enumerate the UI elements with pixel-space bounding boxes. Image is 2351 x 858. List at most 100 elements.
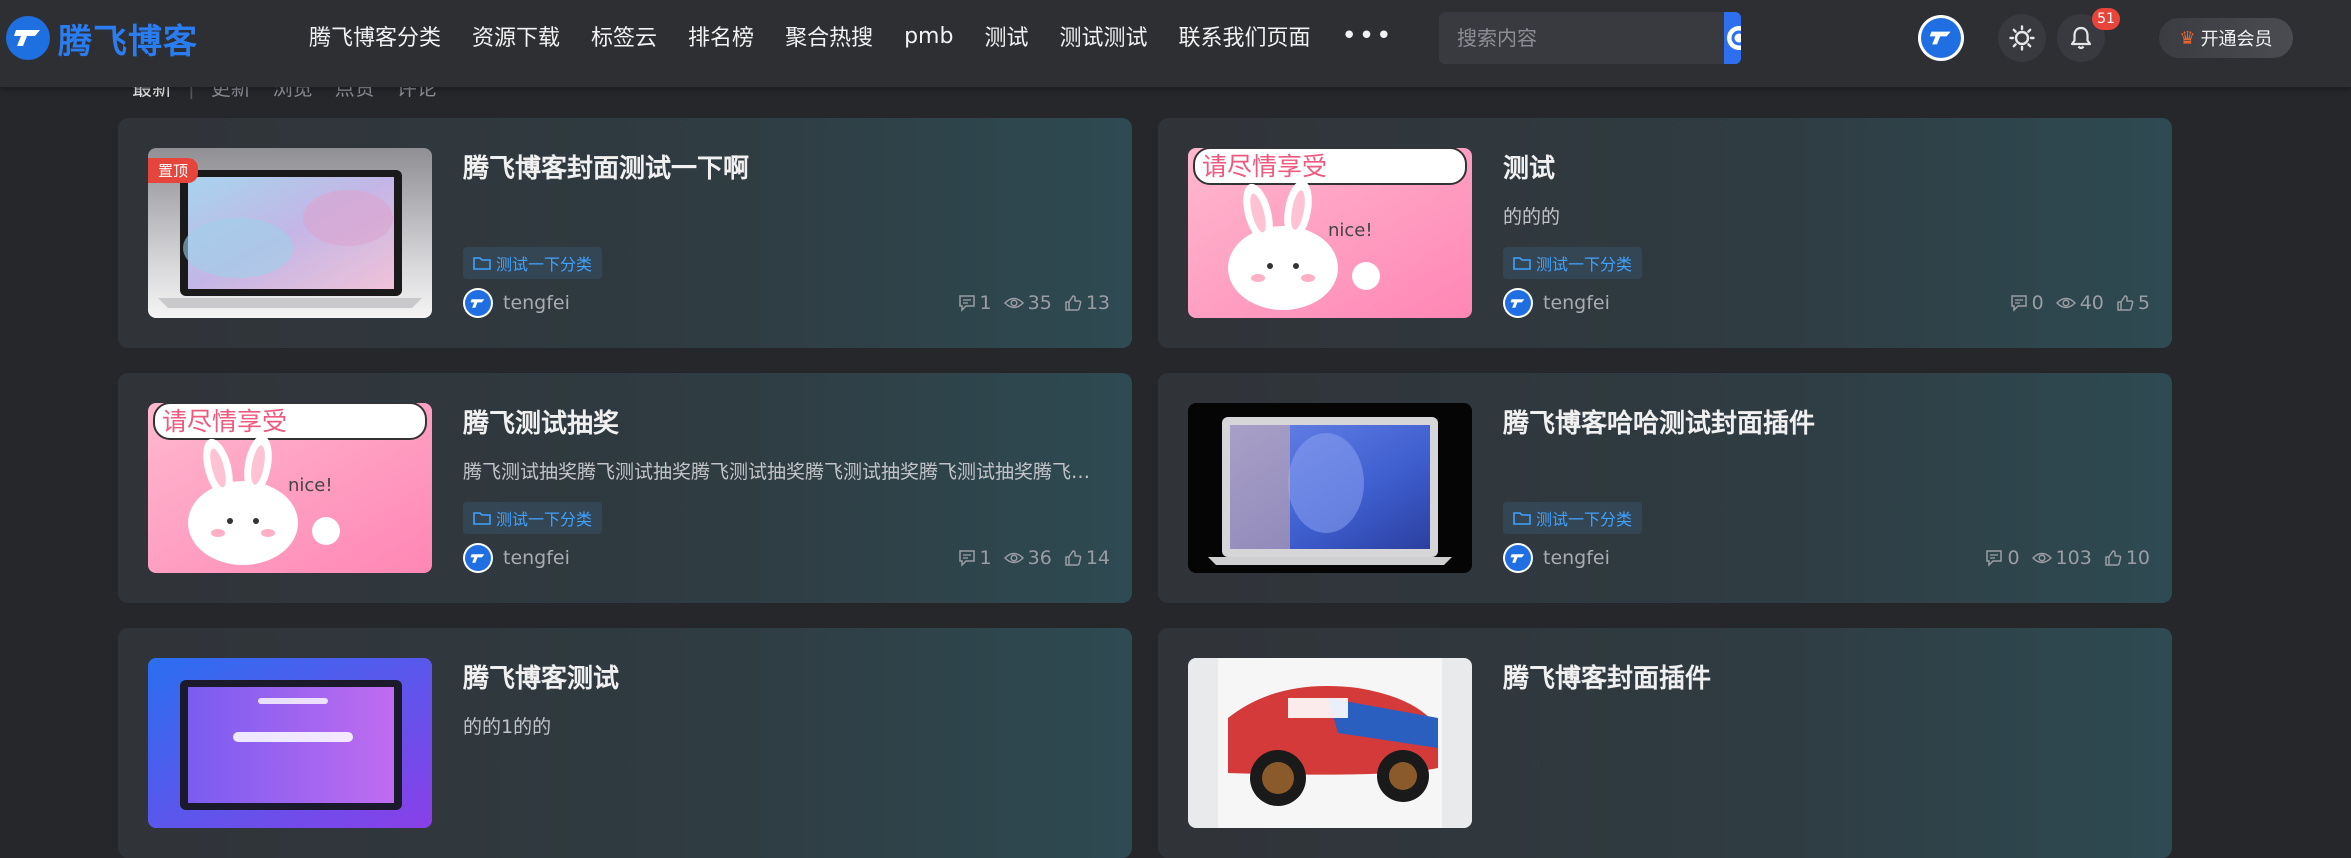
author-avatar — [1503, 543, 1533, 573]
search-box — [1439, 12, 1741, 64]
nav-item-contact[interactable]: 联系我们页面 — [1178, 20, 1310, 52]
post-category-label: 测试一下分类 — [496, 255, 593, 274]
like-count[interactable]: 14 — [1064, 547, 1110, 569]
like-count[interactable]: 13 — [1064, 292, 1110, 314]
comment-count: 1 — [958, 292, 992, 314]
search-icon — [1727, 26, 1741, 50]
thumbs-up-icon — [2105, 550, 2122, 566]
nav-item-categories[interactable]: 腾飞博客分类 — [309, 20, 441, 52]
thumbs-up-icon — [1065, 550, 1082, 566]
post-cover-image[interactable] — [1188, 403, 1472, 573]
post-cover-image[interactable]: 请尽情享受 nice! — [148, 403, 432, 573]
crown-icon: ♛ — [2179, 27, 2196, 49]
view-count: 40 — [2055, 292, 2104, 314]
post-category-tag[interactable]: 测试一下分类 — [463, 247, 603, 279]
post-title[interactable]: 腾飞博客封面插件 — [1503, 658, 1711, 695]
post-title[interactable]: 腾飞测试抽奖 — [463, 403, 619, 440]
folder-icon — [473, 257, 491, 270]
avatar-logo-icon — [1929, 31, 1951, 45]
author-name: tengfei — [1543, 292, 1610, 314]
author-name: tengfei — [503, 292, 570, 314]
pinned-badge: 置顶 — [148, 158, 199, 183]
folder-icon — [473, 512, 491, 525]
thumbs-up-icon — [1065, 295, 1082, 311]
search-button[interactable] — [1724, 12, 1741, 64]
post-category-tag[interactable]: 测试一下分类 — [1503, 247, 1643, 279]
post-card[interactable]: 腾飞博客测试 的的1的的 — [118, 628, 1132, 858]
vip-button[interactable]: ♛ 开通会员 — [2159, 18, 2293, 58]
post-card[interactable]: 请尽情享受 nice! 测试 的的的 测试一下分类 tengfei 0 40 5 — [1158, 118, 2172, 348]
like-count[interactable]: 10 — [2104, 547, 2150, 569]
logo-mark-icon — [6, 16, 50, 60]
nav-item-test[interactable]: 测试 — [984, 20, 1028, 52]
post-title[interactable]: 测试 — [1503, 148, 1555, 185]
comment-count: 1 — [958, 547, 992, 569]
like-count[interactable]: 5 — [2116, 292, 2150, 314]
post-category-label: 测试一下分类 — [496, 510, 593, 529]
folder-icon — [1513, 257, 1531, 270]
post-author[interactable]: tengfei — [463, 543, 570, 573]
post-cover-image[interactable] — [1188, 658, 1472, 828]
cover-sub-text: nice! — [288, 475, 333, 496]
comment-icon — [958, 550, 975, 567]
cover-banner-text: 请尽情享受 — [1202, 152, 1327, 181]
cover-sub-text: nice! — [1328, 220, 1373, 241]
post-author[interactable]: tengfei — [463, 288, 570, 318]
post-card[interactable]: 置顶 腾飞博客封面测试一下啊 测试一下分类 tengfei 1 35 13 — [118, 118, 1132, 348]
comment-icon — [2010, 295, 2027, 312]
main-nav: 腾飞博客分类 资源下载 标签云 排名榜 聚合热搜 pmb 测试 测试测试 联系我… — [309, 0, 1394, 72]
post-category-tag[interactable]: 测试一下分类 — [1503, 502, 1643, 534]
post-title[interactable]: 腾飞博客哈哈测试封面插件 — [1503, 403, 1815, 440]
post-cover-image[interactable]: 请尽情享受 nice! — [1188, 148, 1472, 318]
user-avatar[interactable] — [1918, 15, 1964, 61]
comment-count: 0 — [1985, 547, 2020, 569]
search-input[interactable] — [1439, 12, 1724, 64]
notification-badge: 51 — [2092, 8, 2120, 30]
author-avatar — [463, 543, 493, 573]
post-card[interactable]: 请尽情享受 nice! 腾飞测试抽奖 腾飞测试抽奖腾飞测试抽奖腾飞测试抽奖腾飞测… — [118, 373, 1132, 603]
post-excerpt: 腾飞测试抽奖腾飞测试抽奖腾飞测试抽奖腾飞测试抽奖腾飞测试抽奖腾飞测试抽奖 — [463, 461, 1103, 483]
author-name: tengfei — [1543, 547, 1610, 569]
post-stats: 0 40 5 — [1998, 292, 2150, 314]
eye-icon — [1003, 552, 1024, 564]
author-avatar — [1503, 288, 1533, 318]
nav-more-button[interactable]: ••• — [1342, 21, 1394, 51]
post-card[interactable]: 腾飞博客封面插件 — [1158, 628, 2172, 858]
post-category-label: 测试一下分类 — [1536, 255, 1633, 274]
eye-icon — [2055, 297, 2076, 309]
logo-text: 腾飞博客 — [58, 21, 198, 62]
nav-item-ranking[interactable]: 排名榜 — [688, 20, 754, 52]
avatar-logo-icon — [470, 553, 485, 563]
cover-banner-text: 请尽情享受 — [162, 407, 287, 436]
post-excerpt: 的的1的的 — [463, 716, 552, 738]
post-title[interactable]: 腾飞博客封面测试一下啊 — [463, 148, 749, 185]
avatar-logo-icon — [1510, 553, 1525, 563]
comment-icon — [958, 295, 975, 312]
site-logo[interactable]: 腾飞博客 — [6, 14, 198, 62]
comment-icon — [1986, 550, 2003, 567]
post-stats: 0 103 10 — [1973, 547, 2150, 569]
nav-item-tag-cloud[interactable]: 标签云 — [591, 20, 657, 52]
theme-toggle-button[interactable] — [1998, 14, 2046, 62]
post-category-label: 测试一下分类 — [1536, 510, 1633, 529]
author-avatar — [463, 288, 493, 318]
folder-icon — [1513, 512, 1531, 525]
nav-item-downloads[interactable]: 资源下载 — [472, 20, 560, 52]
post-cover-image[interactable]: 置顶 — [148, 148, 432, 318]
comment-count: 0 — [2010, 292, 2044, 314]
post-card[interactable]: 腾飞博客哈哈测试封面插件 测试一下分类 tengfei 0 103 10 — [1158, 373, 2172, 603]
nav-item-test-test[interactable]: 测试测试 — [1059, 20, 1147, 52]
nav-item-hot-search[interactable]: 聚合热搜 — [785, 20, 873, 52]
post-title[interactable]: 腾飞博客测试 — [463, 658, 619, 695]
post-excerpt: 的的的 — [1503, 206, 1561, 228]
vip-label: 开通会员 — [2200, 29, 2273, 50]
post-category-tag[interactable]: 测试一下分类 — [463, 502, 603, 534]
top-navigation-bar: 腾飞博客 腾飞博客分类 资源下载 标签云 排名榜 聚合热搜 pmb 测试 测试测… — [0, 0, 2351, 87]
view-count: 36 — [1003, 547, 1052, 569]
avatar-logo-icon — [470, 298, 485, 308]
post-author[interactable]: tengfei — [1503, 288, 1610, 318]
post-cover-image[interactable] — [148, 658, 432, 828]
view-count: 103 — [2031, 547, 2092, 569]
nav-item-pmb[interactable]: pmb — [904, 24, 953, 49]
post-author[interactable]: tengfei — [1503, 543, 1610, 573]
